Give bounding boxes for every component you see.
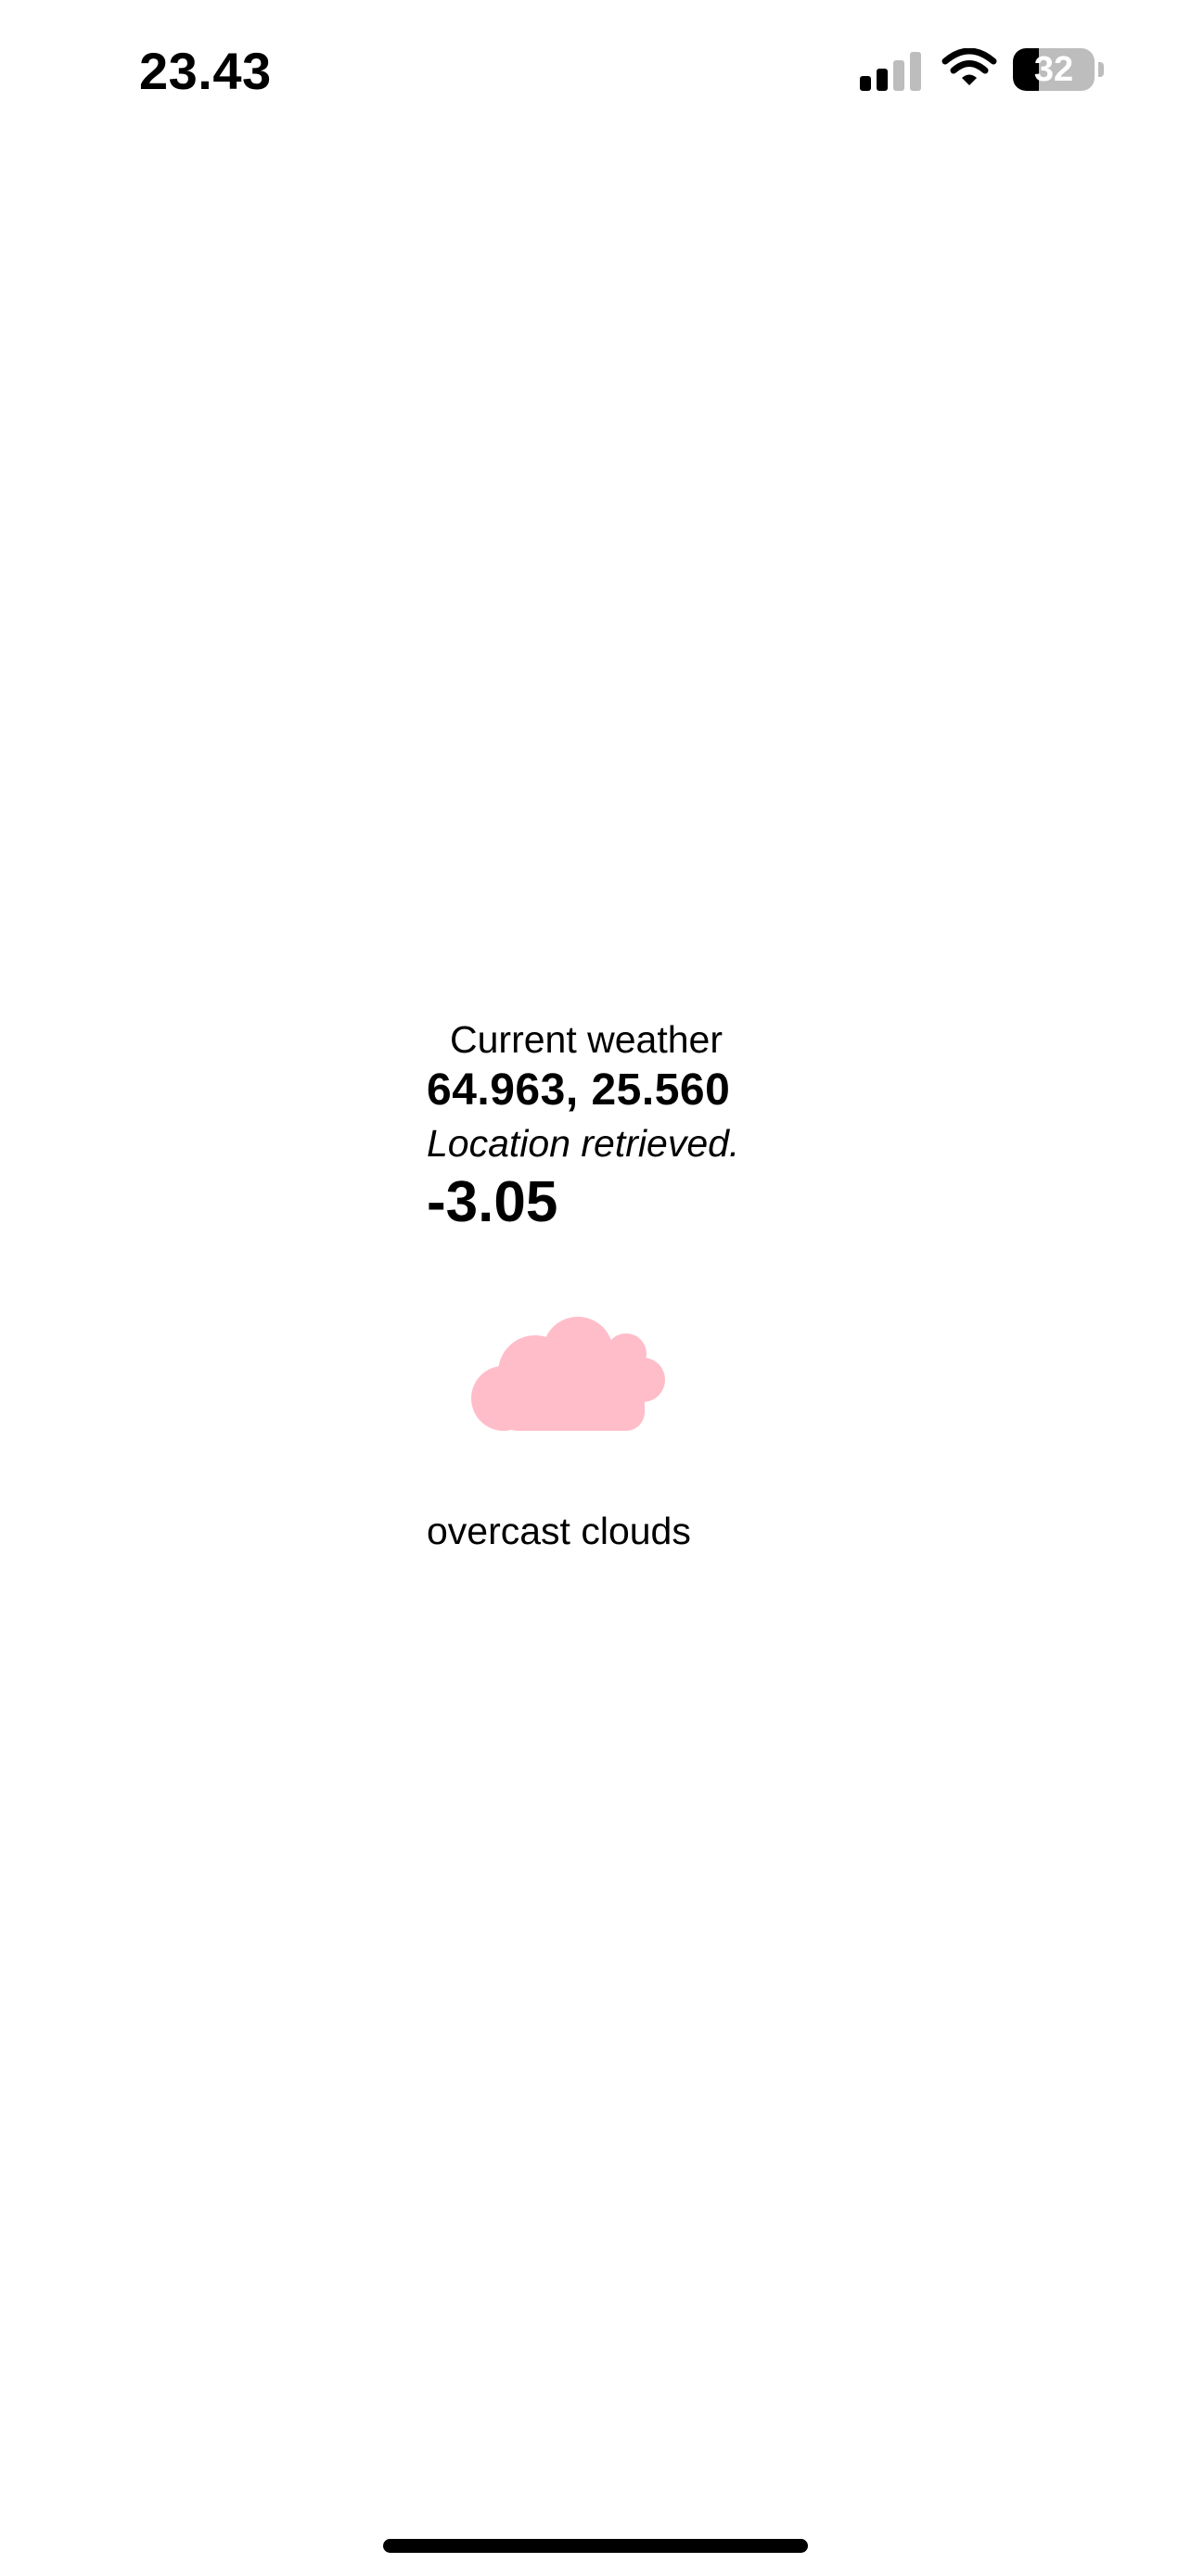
weather-description: overcast clouds [427, 1510, 691, 1552]
location-coordinates: 64.963, 25.560 [427, 1065, 731, 1115]
location-status: Location retrieved. [427, 1122, 740, 1165]
status-bar-icons: 32 [860, 48, 1110, 95]
cellular-signal-icon [860, 52, 921, 91]
battery-percent: 32 [1033, 50, 1074, 89]
status-bar-time: 23.43 [139, 42, 272, 100]
wifi-icon [941, 48, 997, 85]
temperature-value: -3.05 [427, 1170, 558, 1234]
cloud-icon [471, 1317, 665, 1431]
home-indicator[interactable] [383, 2539, 808, 2553]
battery-indicator: 32 [1013, 48, 1110, 91]
weather-heading: Current weather [450, 1018, 723, 1061]
